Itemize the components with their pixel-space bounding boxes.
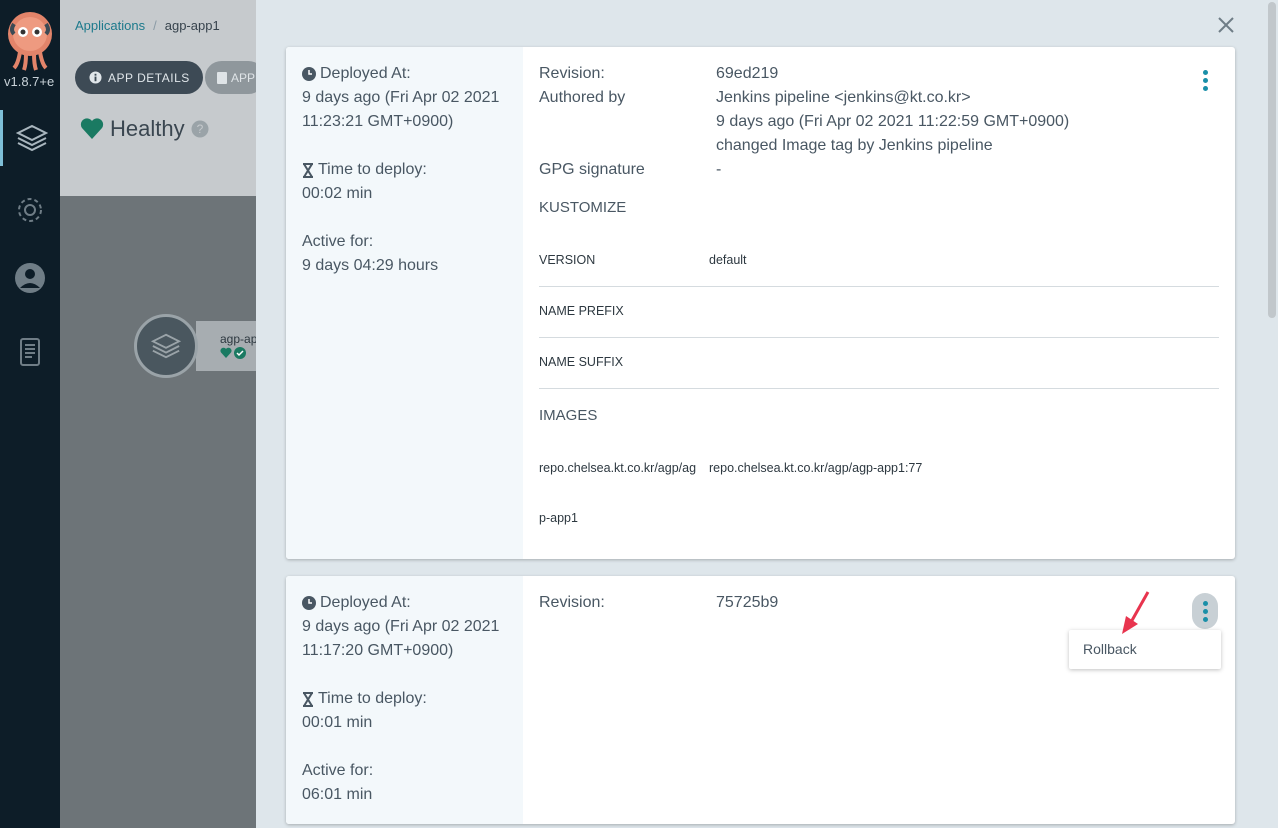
active-for-label: Active for: bbox=[302, 233, 374, 250]
heart-icon bbox=[80, 118, 104, 139]
file-icon bbox=[217, 71, 227, 84]
deployed-at-value-line2: 11:23:21 GMT+0900) bbox=[302, 113, 454, 130]
nav-user-info[interactable] bbox=[0, 250, 60, 306]
layers-icon bbox=[15, 124, 48, 152]
breadcrumb-separator: / bbox=[153, 18, 157, 33]
check-circle-icon bbox=[234, 347, 246, 359]
deployed-at-value-line1: 9 days ago (Fri Apr 02 2021 bbox=[302, 89, 500, 106]
divider bbox=[539, 337, 1219, 338]
gpg-signature-value: - bbox=[716, 161, 722, 178]
time-to-deploy-label: Time to deploy: bbox=[302, 161, 427, 179]
time-to-deploy-text: Time to deploy: bbox=[318, 161, 427, 178]
app-node-icon[interactable] bbox=[134, 314, 198, 378]
app-diff-label: APP bbox=[231, 70, 256, 85]
divider bbox=[539, 286, 1219, 287]
app-details-label: APP DETAILS bbox=[108, 70, 190, 85]
app-details-button[interactable]: APP DETAILS bbox=[75, 61, 203, 94]
version-label: v1.8.7+e bbox=[4, 74, 55, 89]
gpg-signature-label: GPG signature bbox=[539, 161, 645, 178]
commit-message: changed Image tag by Jenkins pipeline bbox=[716, 137, 993, 154]
more-options-button[interactable] bbox=[1192, 62, 1218, 98]
time-to-deploy-text: Time to deploy: bbox=[318, 690, 427, 707]
rollback-menu-item[interactable]: Rollback bbox=[1083, 641, 1137, 657]
more-options-button[interactable] bbox=[1192, 593, 1218, 629]
argo-logo[interactable] bbox=[6, 10, 54, 72]
health-status: Healthy ? bbox=[80, 116, 209, 142]
app-node-label: agp-ap bbox=[220, 332, 257, 359]
revision-label: Revision: bbox=[539, 65, 605, 82]
svg-text:?: ? bbox=[196, 122, 203, 136]
deployed-at-text: Deployed At: bbox=[320, 594, 411, 611]
gear-icon bbox=[18, 198, 42, 222]
deployed-at-label: Deployed At: bbox=[302, 65, 411, 83]
dot-icon bbox=[1202, 616, 1208, 622]
breadcrumb: Applications / agp-app1 bbox=[75, 18, 220, 33]
close-icon[interactable] bbox=[1215, 14, 1237, 36]
nav-docs[interactable] bbox=[0, 324, 60, 380]
version-value: default bbox=[709, 253, 747, 267]
clock-icon bbox=[302, 67, 316, 81]
book-icon bbox=[20, 338, 40, 366]
active-for-value: 9 days 04:29 hours bbox=[302, 257, 439, 274]
dot-icon bbox=[1202, 600, 1208, 606]
dot-icon bbox=[1202, 69, 1208, 75]
breadcrumb-current: agp-app1 bbox=[164, 18, 220, 33]
active-for-value: 06:01 min bbox=[302, 786, 373, 803]
deployed-at-text: Deployed At: bbox=[320, 65, 411, 82]
authored-when-value: 9 days ago (Fri Apr 02 2021 11:22:59 GMT… bbox=[716, 113, 1070, 130]
history-card: Deployed At: 9 days ago (Fri Apr 02 2021… bbox=[286, 576, 1235, 824]
authored-by-label: Authored by bbox=[539, 89, 626, 106]
version-label: VERSION bbox=[539, 253, 596, 267]
hourglass-icon bbox=[303, 691, 313, 707]
name-prefix-label: NAME PREFIX bbox=[539, 304, 624, 318]
name-suffix-label: NAME SUFFIX bbox=[539, 355, 624, 369]
revision-value: 75725b9 bbox=[716, 594, 779, 611]
app-node-name: agp-ap bbox=[220, 332, 258, 346]
info-icon bbox=[89, 71, 102, 84]
node-status-icons bbox=[220, 347, 257, 359]
deployed-at-value-line2: 11:17:20 GMT+0900) bbox=[302, 642, 454, 659]
annotation-arrow-icon bbox=[1122, 591, 1150, 634]
dot-icon bbox=[1202, 608, 1208, 614]
hourglass-icon bbox=[303, 162, 313, 178]
kustomize-heading: KUSTOMIZE bbox=[539, 199, 627, 216]
active-for-label: Active for: bbox=[302, 762, 374, 779]
time-to-deploy-value: 00:01 min bbox=[302, 714, 373, 731]
images-heading: IMAGES bbox=[539, 407, 598, 424]
health-label: Healthy bbox=[110, 116, 185, 141]
dot-icon bbox=[1202, 77, 1208, 83]
history-card: Deployed At: 9 days ago (Fri Apr 02 2021… bbox=[286, 47, 1235, 559]
nav-settings[interactable] bbox=[0, 182, 60, 238]
deployed-at-label: Deployed At: bbox=[302, 594, 411, 612]
deployed-at-value-line1: 9 days ago (Fri Apr 02 2021 bbox=[302, 618, 500, 635]
image-value: repo.chelsea.kt.co.kr/agp/agp-app1:77 bbox=[709, 461, 923, 475]
scrollbar[interactable] bbox=[1268, 2, 1276, 318]
time-to-deploy-value: 00:02 min bbox=[302, 185, 373, 202]
left-nav: v1.8.7+e bbox=[0, 0, 60, 828]
clock-icon bbox=[302, 596, 316, 610]
image-key-line2: p-app1 bbox=[539, 511, 578, 525]
user-icon bbox=[15, 263, 45, 293]
nav-applications[interactable] bbox=[0, 110, 60, 166]
layers-icon bbox=[151, 333, 181, 359]
help-icon[interactable]: ? bbox=[191, 120, 209, 138]
revision-value: 69ed219 bbox=[716, 65, 779, 82]
heart-icon bbox=[220, 347, 232, 358]
time-to-deploy-label: Time to deploy: bbox=[302, 690, 427, 708]
dot-icon bbox=[1202, 85, 1208, 91]
breadcrumb-applications[interactable]: Applications bbox=[75, 18, 145, 33]
divider bbox=[539, 388, 1219, 389]
revision-label: Revision: bbox=[539, 594, 605, 611]
image-key-line1: repo.chelsea.kt.co.kr/agp/ag bbox=[539, 461, 697, 475]
author-value: Jenkins pipeline <jenkins@kt.co.kr> bbox=[716, 89, 971, 106]
